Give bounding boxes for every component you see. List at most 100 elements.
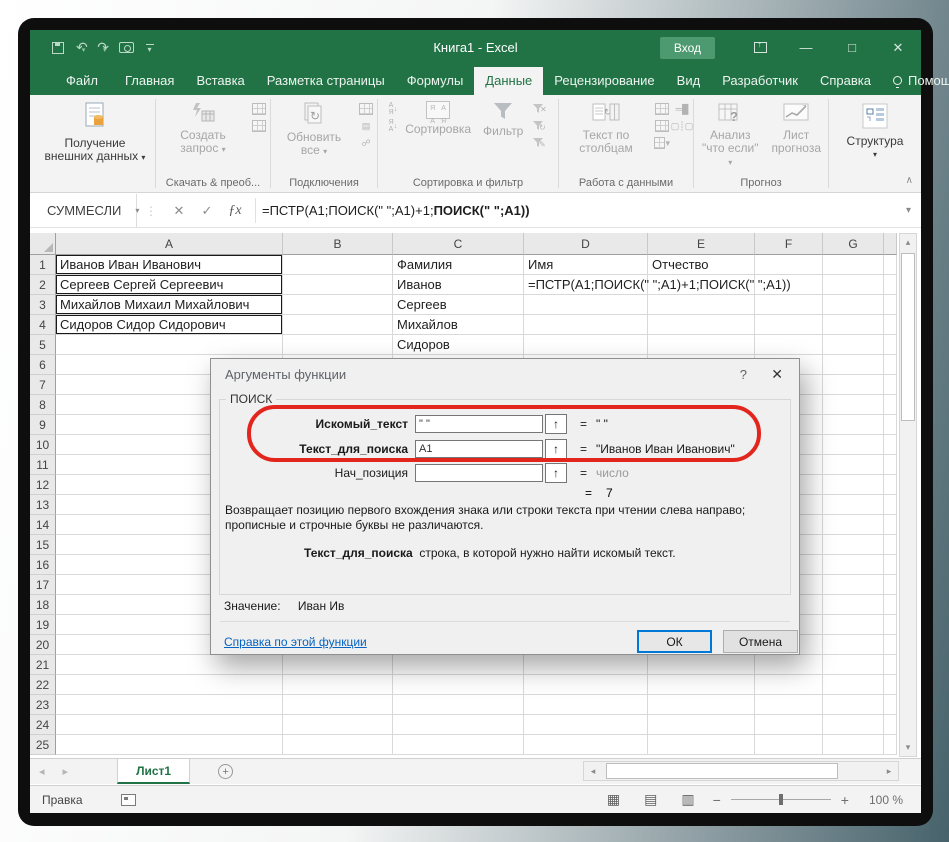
grid-cell[interactable]	[648, 715, 755, 735]
customize-qat-button[interactable]: ▾	[146, 44, 154, 52]
grid-cell[interactable]	[755, 315, 823, 335]
edit-links-icon[interactable]: ☍	[358, 136, 374, 150]
grid-cell[interactable]	[56, 655, 283, 675]
row-header[interactable]: 4	[30, 315, 56, 335]
redo-button[interactable]: ↷▾	[97, 39, 106, 57]
camera-icon[interactable]	[119, 42, 134, 53]
insert-function-button[interactable]: ƒx	[221, 194, 249, 227]
grid-cell[interactable]	[393, 715, 524, 735]
formula-input[interactable]: =ПСТР(A1;ПОИСК(" ";A1)+1;ПОИСК(" ";A1))	[262, 194, 530, 227]
horizontal-scrollbar[interactable]: ◂ ▸	[583, 761, 899, 781]
undo-button[interactable]: ↶▾	[76, 39, 85, 57]
scroll-down-icon[interactable]: ▾	[900, 739, 916, 756]
grid-cell[interactable]: Иванов	[393, 275, 524, 295]
argument-input[interactable]	[415, 415, 543, 433]
grid-cell-partial[interactable]	[884, 715, 897, 735]
row-header[interactable]: 16	[30, 555, 56, 575]
grid-cell[interactable]	[823, 735, 884, 755]
zoom-in-button[interactable]: +	[835, 792, 855, 808]
grid-cell-partial[interactable]	[884, 635, 897, 655]
row-header[interactable]: 7	[30, 375, 56, 395]
column-header[interactable]: A	[56, 233, 283, 255]
grid-cell[interactable]	[823, 655, 884, 675]
row-header[interactable]: 22	[30, 675, 56, 695]
grid-cell[interactable]	[648, 335, 755, 355]
grid-cell[interactable]: Сергеев	[393, 295, 524, 315]
text-to-columns-button[interactable]: ↻ Текст по столбцам	[562, 98, 650, 158]
grid-cell[interactable]	[755, 695, 823, 715]
row-header[interactable]: 23	[30, 695, 56, 715]
next-sheet-icon[interactable]: ▸	[54, 759, 78, 784]
grid-cell-partial[interactable]	[884, 655, 897, 675]
row-header[interactable]: 6	[30, 355, 56, 375]
forecast-sheet-button[interactable]: Лист прогноза	[767, 98, 825, 158]
name-box[interactable]: СУММЕСЛИ ▾	[38, 194, 137, 227]
grid-cell[interactable]	[823, 335, 884, 355]
grid-cell[interactable]	[648, 695, 755, 715]
grid-cell-partial[interactable]	[884, 595, 897, 615]
scroll-left-icon[interactable]: ◂	[584, 762, 602, 780]
row-header[interactable]: 1	[30, 255, 56, 275]
dialog-help-icon[interactable]: ?	[740, 367, 747, 382]
grid-cell-partial[interactable]	[884, 375, 897, 395]
horizontal-scroll-thumb[interactable]	[606, 763, 838, 779]
collapse-ribbon-icon[interactable]: ∧	[906, 175, 913, 186]
zoom-slider[interactable]	[731, 799, 831, 800]
zoom-out-button[interactable]: −	[707, 792, 727, 808]
properties-icon[interactable]: ▤	[358, 119, 374, 133]
grid-cell[interactable]	[755, 655, 823, 675]
grid-cell[interactable]	[823, 315, 884, 335]
grid-cell[interactable]	[524, 315, 648, 335]
sort-ascending-icon[interactable]: АЯ↓	[389, 102, 398, 116]
collapse-dialog-button[interactable]: ↑	[545, 463, 567, 483]
column-header[interactable]: F	[755, 233, 823, 255]
data-validation-icon[interactable]: ▾	[654, 136, 670, 150]
grid-cell[interactable]: Сидоров	[393, 335, 524, 355]
grid-cell[interactable]	[283, 295, 393, 315]
row-header[interactable]: 20	[30, 635, 56, 655]
ribbon-tab-рецензирование[interactable]: Рецензирование	[543, 67, 665, 95]
normal-view-icon[interactable]: ▦	[595, 791, 632, 808]
vertical-scroll-thumb[interactable]	[901, 253, 915, 421]
sign-in-button[interactable]: Вход	[660, 37, 715, 59]
ribbon-tab-данные[interactable]: Данные	[474, 67, 543, 95]
grid-cell[interactable]	[283, 275, 393, 295]
grid-cell[interactable]	[56, 695, 283, 715]
expand-formula-bar-icon[interactable]: ▾	[896, 194, 921, 227]
grid-cell[interactable]	[56, 675, 283, 695]
get-external-data-button[interactable]: Получение внешних данных ▾	[38, 98, 152, 167]
ok-button[interactable]: ОК	[637, 630, 712, 653]
column-header-partial[interactable]	[884, 233, 897, 255]
grid-cell[interactable]	[823, 515, 884, 535]
grid-cell[interactable]	[524, 655, 648, 675]
sort-descending-icon[interactable]: ЯА↓	[389, 119, 398, 133]
grid-cell[interactable]	[283, 735, 393, 755]
grid-cell[interactable]	[524, 335, 648, 355]
grid-cell[interactable]: Иванов Иван Иванович	[56, 255, 283, 275]
maximize-button[interactable]: □	[829, 30, 875, 65]
grid-cell[interactable]	[823, 575, 884, 595]
grid-cell-partial[interactable]	[884, 695, 897, 715]
row-header[interactable]: 11	[30, 455, 56, 475]
grid-cell[interactable]	[823, 275, 884, 295]
grid-cell-partial[interactable]	[884, 535, 897, 555]
grid-cell[interactable]	[648, 315, 755, 335]
grid-cell[interactable]	[823, 255, 884, 275]
grid-cell[interactable]	[823, 395, 884, 415]
relationships-icon[interactable]: ▢┊▢	[674, 119, 690, 133]
select-all-corner[interactable]	[30, 233, 56, 255]
outline-button[interactable]: Структура ▾	[843, 98, 908, 164]
row-header[interactable]: 18	[30, 595, 56, 615]
grid-cell[interactable]	[823, 415, 884, 435]
enter-entry-button[interactable]: ✓	[193, 194, 221, 227]
grid-cell-partial[interactable]	[884, 435, 897, 455]
grid-cell[interactable]	[524, 675, 648, 695]
close-button[interactable]: ✕	[875, 30, 921, 65]
grid-cell-partial[interactable]	[884, 515, 897, 535]
grid-cell[interactable]	[823, 295, 884, 315]
ribbon-tab-разметка страницы[interactable]: Разметка страницы	[256, 67, 396, 95]
row-header[interactable]: 19	[30, 615, 56, 635]
row-header[interactable]: 15	[30, 535, 56, 555]
grid-cell[interactable]	[283, 655, 393, 675]
row-header[interactable]: 5	[30, 335, 56, 355]
